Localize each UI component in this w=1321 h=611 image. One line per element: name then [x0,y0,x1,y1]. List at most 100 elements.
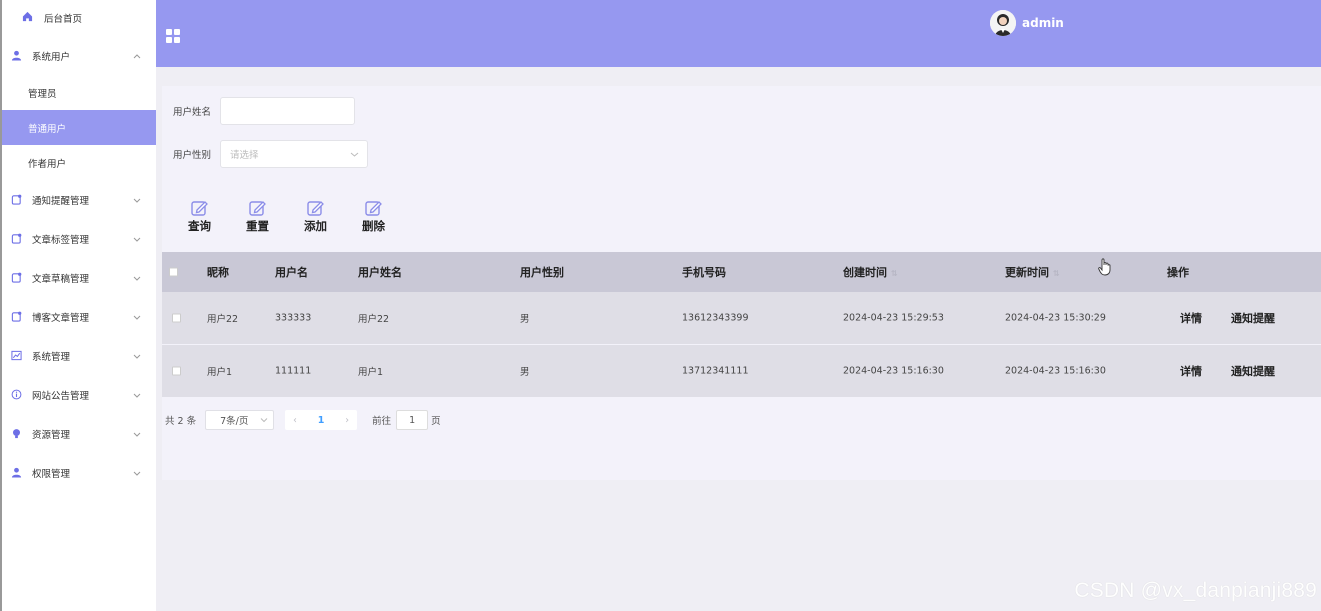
chevron-down-icon [133,432,141,437]
username: admin [1022,16,1064,30]
chevron-down-icon [133,354,141,359]
user-menu[interactable]: admin [990,10,1064,36]
column-header-updated[interactable]: 更新时间 ⇅ [1005,264,1060,280]
user-icon [10,467,22,479]
cell-nickname: 用户1 [207,367,233,378]
sort-icon[interactable]: ⇅ [1053,269,1060,278]
info-icon [10,389,22,401]
delete-label: 删除 [362,219,385,233]
reset-label: 重置 [246,219,269,233]
sidebar-item-label: 文章草稿管理 [32,273,90,285]
sidebar-item-admins[interactable]: 管理员 [2,75,156,110]
cell-updated: 2024-04-23 15:16:30 [1005,365,1106,377]
chevron-up-icon [133,53,141,58]
page-size-value: 7条/页 [220,416,249,427]
sidebar-group-announcements[interactable]: 网站公告管理 [2,375,156,414]
reset-button[interactable]: 重置 [246,199,304,234]
draft-icon [10,272,22,284]
pagination: 共 2 条 7条/页 ‹ 1 › 前往 1 页 [165,410,441,430]
cell-realname: 用户22 [358,314,390,325]
sidebar-item-regular-users[interactable]: 普通用户 [2,110,156,145]
sidebar-group-drafts[interactable]: 文章草稿管理 [2,258,156,297]
page-suffix: 页 [431,416,441,427]
filter-name-row: 用户姓名 [173,97,355,125]
row-checkbox[interactable] [172,313,181,323]
filter-gender-row: 用户性别 请选择 [173,140,368,168]
sidebar-group-system[interactable]: 系统管理 [2,336,156,375]
select-all-checkbox[interactable] [169,267,178,277]
cell-gender: 男 [520,314,530,325]
table-row: 用户1 111111 用户1 男 13712341111 2024-04-23 … [162,345,1321,397]
column-header: 用户性别 [520,266,564,279]
sidebar-item-label: 后台首页 [44,14,83,25]
sidebar-item-label: 网站公告管理 [32,390,90,402]
tag-icon [10,233,22,245]
sidebar-item-label: 文章标签管理 [32,234,90,246]
cell-created: 2024-04-23 15:16:30 [843,365,944,377]
cell-updated: 2024-04-23 15:30:29 [1005,312,1106,324]
column-header-created[interactable]: 创建时间 ⇅ [843,264,898,280]
gender-placeholder: 请选择 [230,150,259,161]
article-icon [10,311,22,323]
chevron-down-icon [133,237,141,242]
add-button[interactable]: 添加 [304,199,362,234]
sidebar-item-label: 管理员 [28,88,57,100]
page-navigator: ‹ 1 › [285,410,358,430]
avatar [990,10,1016,36]
detail-button[interactable]: 详情 [1180,310,1202,326]
chevron-down-icon [350,152,359,157]
sidebar-group-resources[interactable]: 资源管理 [2,414,156,453]
goto-page-input[interactable]: 1 [396,410,429,430]
cell-gender: 男 [520,367,530,378]
sidebar-item-label: 普通用户 [28,123,67,135]
sidebar-group-notice[interactable]: 通知提醒管理 [2,180,156,219]
filter-name-label: 用户姓名 [173,107,212,118]
watermark: CSDN @vx_danpianji889 [1074,579,1317,602]
sidebar-item-home[interactable]: 后台首页 [2,0,156,36]
row-checkbox[interactable] [172,366,181,376]
sidebar-item-label: 作者用户 [28,158,67,170]
cell-nickname: 用户22 [207,314,239,325]
column-header: 昵称 [207,266,229,279]
edit-icon [365,201,382,216]
sidebar-item-label: 系统管理 [32,351,71,363]
sidebar-item-author-users[interactable]: 作者用户 [2,145,156,180]
menu-grid-icon[interactable] [166,29,180,43]
goto-label: 前往 [372,416,392,427]
current-page[interactable]: 1 [318,415,325,426]
chevron-down-icon [133,471,141,476]
filter-gender-label: 用户性别 [173,150,212,161]
home-icon [22,11,33,25]
chevron-down-icon [133,393,141,398]
chevron-down-icon [260,418,268,423]
prev-page-icon[interactable]: ‹ [293,415,297,426]
sidebar-group-articles[interactable]: 博客文章管理 [2,297,156,336]
table-row: 用户22 333333 用户22 男 13612343399 2024-04-2… [162,292,1321,344]
notify-button[interactable]: 通知提醒 [1231,363,1275,379]
cell-phone: 13612343399 [682,312,749,324]
edit-icon [191,201,208,216]
notify-button[interactable]: 通知提醒 [1231,310,1275,326]
sidebar-group-tags[interactable]: 文章标签管理 [2,219,156,258]
cell-phone: 13712341111 [682,365,749,377]
sort-icon[interactable]: ⇅ [891,269,898,278]
top-header: admin [156,0,1321,67]
sidebar-item-label: 系统用户 [32,51,71,63]
toolbar: 查询 重置 添加 删除 [188,199,420,234]
delete-button[interactable]: 删除 [362,199,420,234]
sidebar-group-permissions[interactable]: 权限管理 [2,453,156,492]
query-label: 查询 [188,219,211,233]
detail-button[interactable]: 详情 [1180,363,1202,379]
column-header-label: 创建时间 [843,266,887,279]
page-size-select[interactable]: 7条/页 [205,410,275,430]
cell-username: 333333 [275,312,312,324]
chart-icon [10,350,22,362]
column-header: 手机号码 [682,266,726,279]
column-header: 用户姓名 [358,266,402,279]
query-button[interactable]: 查询 [188,199,246,234]
gender-select[interactable]: 请选择 [220,140,368,168]
name-input[interactable] [220,97,355,125]
sidebar-item-label: 资源管理 [32,429,71,441]
sidebar-group-system-users[interactable]: 系统用户 [2,36,156,75]
next-page-icon[interactable]: › [345,415,349,426]
